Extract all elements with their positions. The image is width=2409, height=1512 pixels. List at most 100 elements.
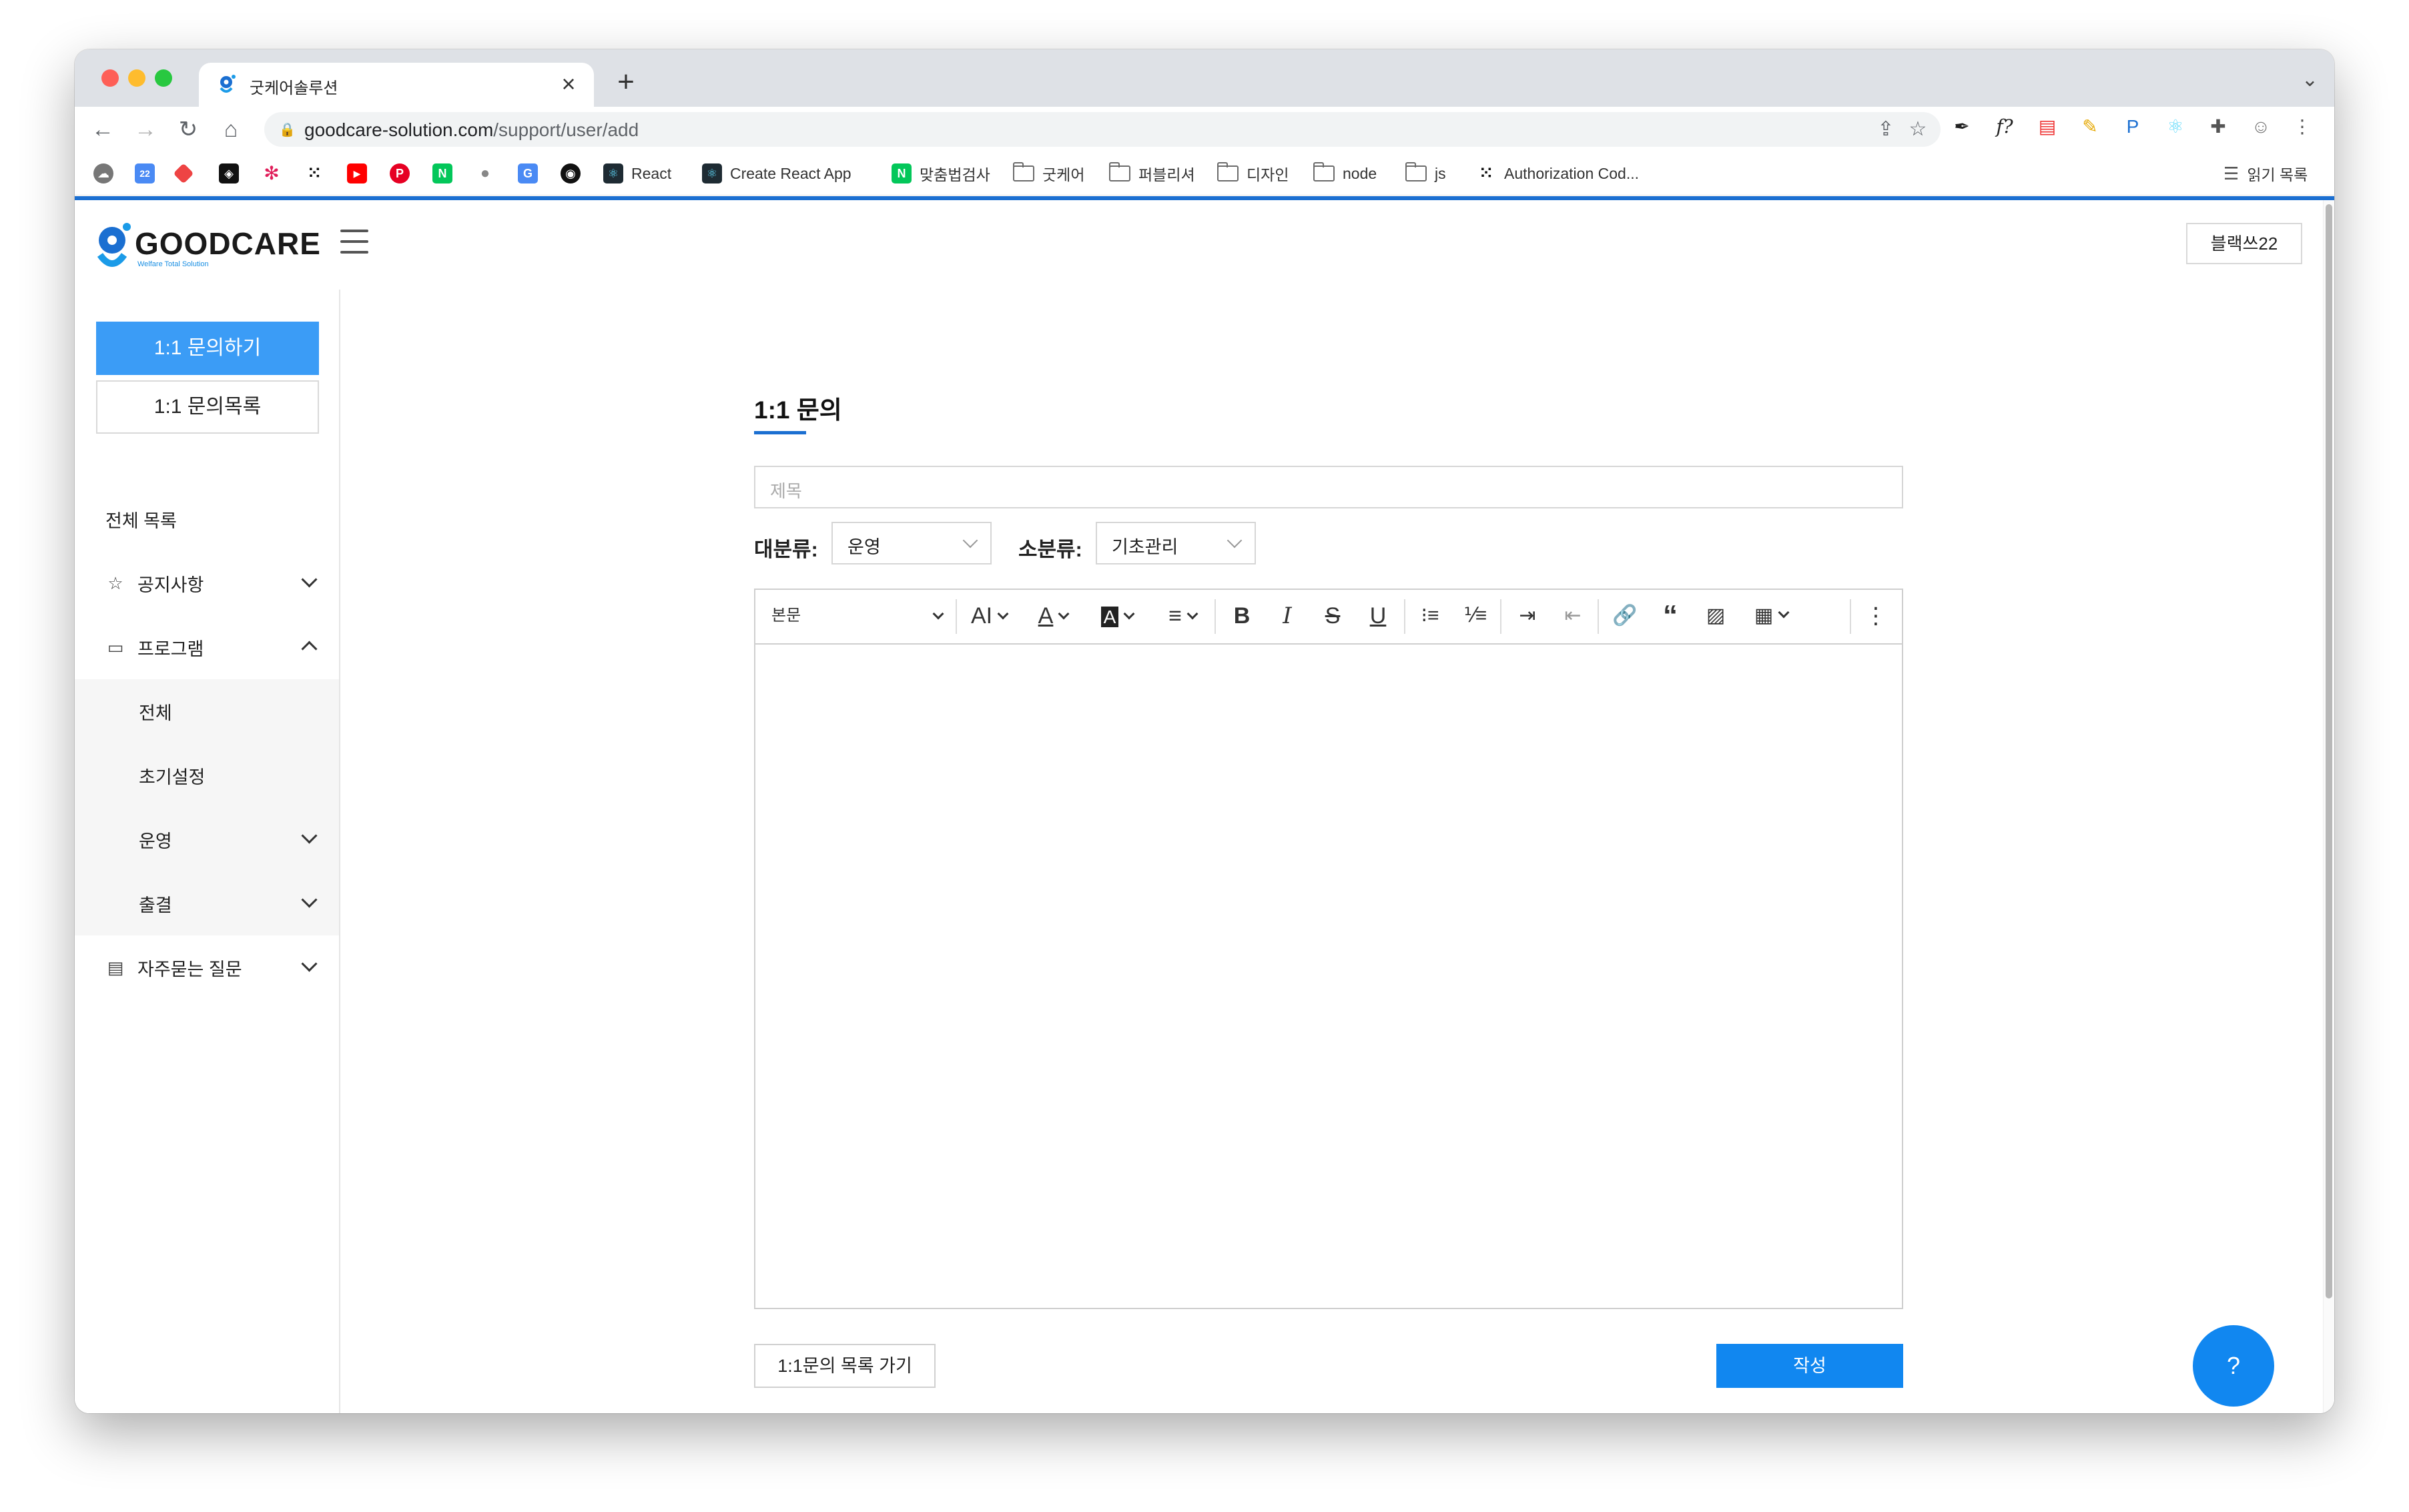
close-tab-icon[interactable]: ×	[555, 68, 582, 100]
forward-arrow-icon[interactable]: →	[129, 113, 161, 145]
page-title: 1:1 문의	[754, 396, 842, 424]
minor-category-select[interactable]: 기초관리	[1096, 522, 1256, 564]
bold-icon[interactable]: B	[1224, 601, 1260, 631]
strikethrough-icon[interactable]: S	[1315, 601, 1351, 631]
browser-tab[interactable]: 굿케어솔루션 ×	[199, 63, 594, 107]
maximize-window-button[interactable]	[155, 69, 172, 87]
bookmark-youtube[interactable]: ▶	[347, 159, 367, 188]
translate-extension-icon[interactable]: P	[2119, 113, 2146, 140]
tab-search-chevron-icon[interactable]: ⌄	[2302, 68, 2318, 91]
bookmark-calendar[interactable]: 22	[135, 159, 155, 188]
image-icon[interactable]: ▨	[1698, 601, 1734, 631]
folder-icon	[1109, 162, 1130, 181]
extensions-puzzle-icon[interactable]: ✚	[2205, 113, 2231, 140]
hamburger-menu-icon[interactable]	[340, 230, 368, 254]
font-color-icon[interactable]: A	[1028, 601, 1078, 631]
dots-icon: ⁙	[304, 163, 324, 183]
font-size-icon[interactable]: AI	[964, 601, 1014, 631]
bookmark-react[interactable]: ⚛ React	[603, 159, 671, 188]
share-icon[interactable]: ⇪	[1872, 117, 1899, 141]
reading-list[interactable]: ☰ 읽기 목록	[2223, 159, 2308, 188]
back-to-list-button[interactable]: 1:1문의 목록 가기	[754, 1344, 936, 1388]
logo-text[interactable]: GOODCARE	[135, 226, 321, 262]
indent-icon[interactable]: ⇥	[1509, 601, 1545, 631]
reload-icon[interactable]: ↻	[172, 113, 204, 145]
profile-icon[interactable]: ☺	[2248, 113, 2274, 140]
sidebar-subitem-all[interactable]: 전체	[75, 679, 339, 743]
sidebar-item-program[interactable]: ▭ 프로그램	[75, 615, 339, 679]
rich-text-editor: 본문 AI A A ≡ B I S U ⁝≡ ⅟≡ ⇥ ⇤ 🔗 “ ▨ ▦ ⋮	[754, 589, 1903, 1309]
chevron-down-icon	[962, 532, 978, 548]
bookmark-folder-js[interactable]: js	[1405, 159, 1446, 188]
bookmark-create-react-app[interactable]: ⚛ Create React App	[702, 159, 851, 188]
link-icon[interactable]: 🔗	[1607, 601, 1643, 631]
more-options-icon[interactable]: ⋮	[1858, 601, 1894, 631]
blockquote-icon[interactable]: “	[1652, 601, 1688, 631]
bookmark-spellcheck[interactable]: N 맞춤법검사	[892, 159, 990, 188]
bookmark-apple[interactable]: ●	[475, 159, 495, 188]
eyedropper-extension-icon[interactable]: ✒	[1949, 113, 1975, 140]
bookmark-slack[interactable]: ✻	[262, 159, 282, 188]
sidebar-item-notices[interactable]: ☆ 공지사항	[75, 551, 339, 615]
inquiry-write-button[interactable]: 1:1 문의하기	[96, 322, 319, 375]
help-button[interactable]: ?	[2193, 1325, 2274, 1407]
close-window-button[interactable]	[101, 69, 119, 87]
bookmark-pinterest[interactable]: P	[390, 159, 410, 188]
minimize-window-button[interactable]	[128, 69, 145, 87]
github-icon: ◉	[561, 163, 581, 183]
bookmark-dots[interactable]: ⁙	[304, 159, 324, 188]
major-category-select[interactable]: 운영	[831, 522, 992, 564]
calendar-extension-icon[interactable]: ▤	[2034, 113, 2061, 140]
main-content: 1:1 문의 제목 대분류: 운영 소분류: 기초관리 본문 AI A A ≡ …	[340, 290, 2334, 1413]
new-tab-button[interactable]: +	[609, 65, 643, 99]
chevron-down-icon	[1227, 532, 1243, 548]
goodcare-favicon-icon	[220, 75, 236, 93]
address-bar[interactable]: 🔒 goodcare-solution.com/support/user/add…	[264, 112, 1941, 147]
react-icon: ⚛	[702, 163, 722, 183]
align-left-icon[interactable]: ≡	[1156, 601, 1209, 631]
sidebar-item-faq[interactable]: ▤ 자주묻는 질문	[75, 935, 339, 1000]
numbered-list-icon[interactable]: ⅟≡	[1457, 601, 1493, 631]
page-scrollbar[interactable]	[2323, 200, 2334, 1413]
bookmark-link[interactable]: ◈	[219, 159, 239, 188]
react-devtools-icon[interactable]: ⚛	[2162, 113, 2189, 140]
sidebar-item-all-list[interactable]: 전체 목록	[75, 487, 339, 551]
bookmark-folder-goodcare[interactable]: 굿케어	[1013, 159, 1084, 188]
bookmark-git[interactable]	[173, 159, 194, 188]
bookmark-folder-design[interactable]: 디자인	[1217, 159, 1289, 188]
bookmark-github[interactable]: ◉	[561, 159, 581, 188]
bookmarks-bar: ☁ 22 ◈ ✻ ⁙ ▶ P N ● G ◉ ⚛ React ⚛ Create Re…	[75, 152, 2334, 196]
function-extension-icon[interactable]: f?	[1991, 113, 2018, 140]
bulleted-list-icon[interactable]: ⁝≡	[1412, 601, 1448, 631]
pinterest-icon: P	[390, 163, 410, 183]
sidebar-subitem-attendance[interactable]: 출결	[75, 871, 339, 935]
star-icon: ☆	[107, 573, 123, 593]
bookmark-naver[interactable]: N	[432, 159, 452, 188]
toolbar-divider	[1500, 599, 1501, 634]
submit-button[interactable]: 작성	[1716, 1344, 1903, 1388]
editor-content-area[interactable]	[755, 645, 1902, 1308]
table-icon[interactable]: ▦	[1743, 601, 1799, 631]
bookmark-authorization[interactable]: ⁙ Authorization Cod...	[1476, 159, 1639, 188]
heading-select[interactable]: 본문	[771, 601, 952, 631]
sidebar-item-label: 공지사항	[137, 575, 204, 595]
scrollbar-thumb[interactable]	[2326, 204, 2332, 1298]
sidebar-subitem-operation[interactable]: 운영	[75, 807, 339, 871]
outdent-icon[interactable]: ⇤	[1555, 601, 1591, 631]
bookmark-star-icon[interactable]: ☆	[1905, 117, 1931, 141]
subject-input[interactable]: 제목	[754, 466, 1903, 508]
back-arrow-icon[interactable]: ←	[87, 113, 119, 145]
bookmark-folder-publisher[interactable]: 퍼블리셔	[1109, 159, 1195, 188]
underline-icon[interactable]: U	[1360, 601, 1396, 631]
browser-menu-icon[interactable]: ⋮	[2289, 113, 2316, 140]
highlighter-extension-icon[interactable]: ✎	[2077, 113, 2103, 140]
background-color-icon[interactable]: A	[1092, 601, 1142, 631]
bookmark-folder-node[interactable]: node	[1313, 159, 1377, 188]
home-icon[interactable]: ⌂	[215, 113, 247, 145]
sidebar-subitem-initial-setup[interactable]: 초기설정	[75, 743, 339, 807]
italic-icon[interactable]: I	[1269, 601, 1305, 631]
user-button[interactable]: 블랙쓰22	[2186, 223, 2302, 264]
bookmark-translate[interactable]: G	[518, 159, 538, 188]
bookmark-cloud[interactable]: ☁	[93, 159, 113, 188]
inquiry-list-button[interactable]: 1:1 문의목록	[96, 380, 319, 434]
